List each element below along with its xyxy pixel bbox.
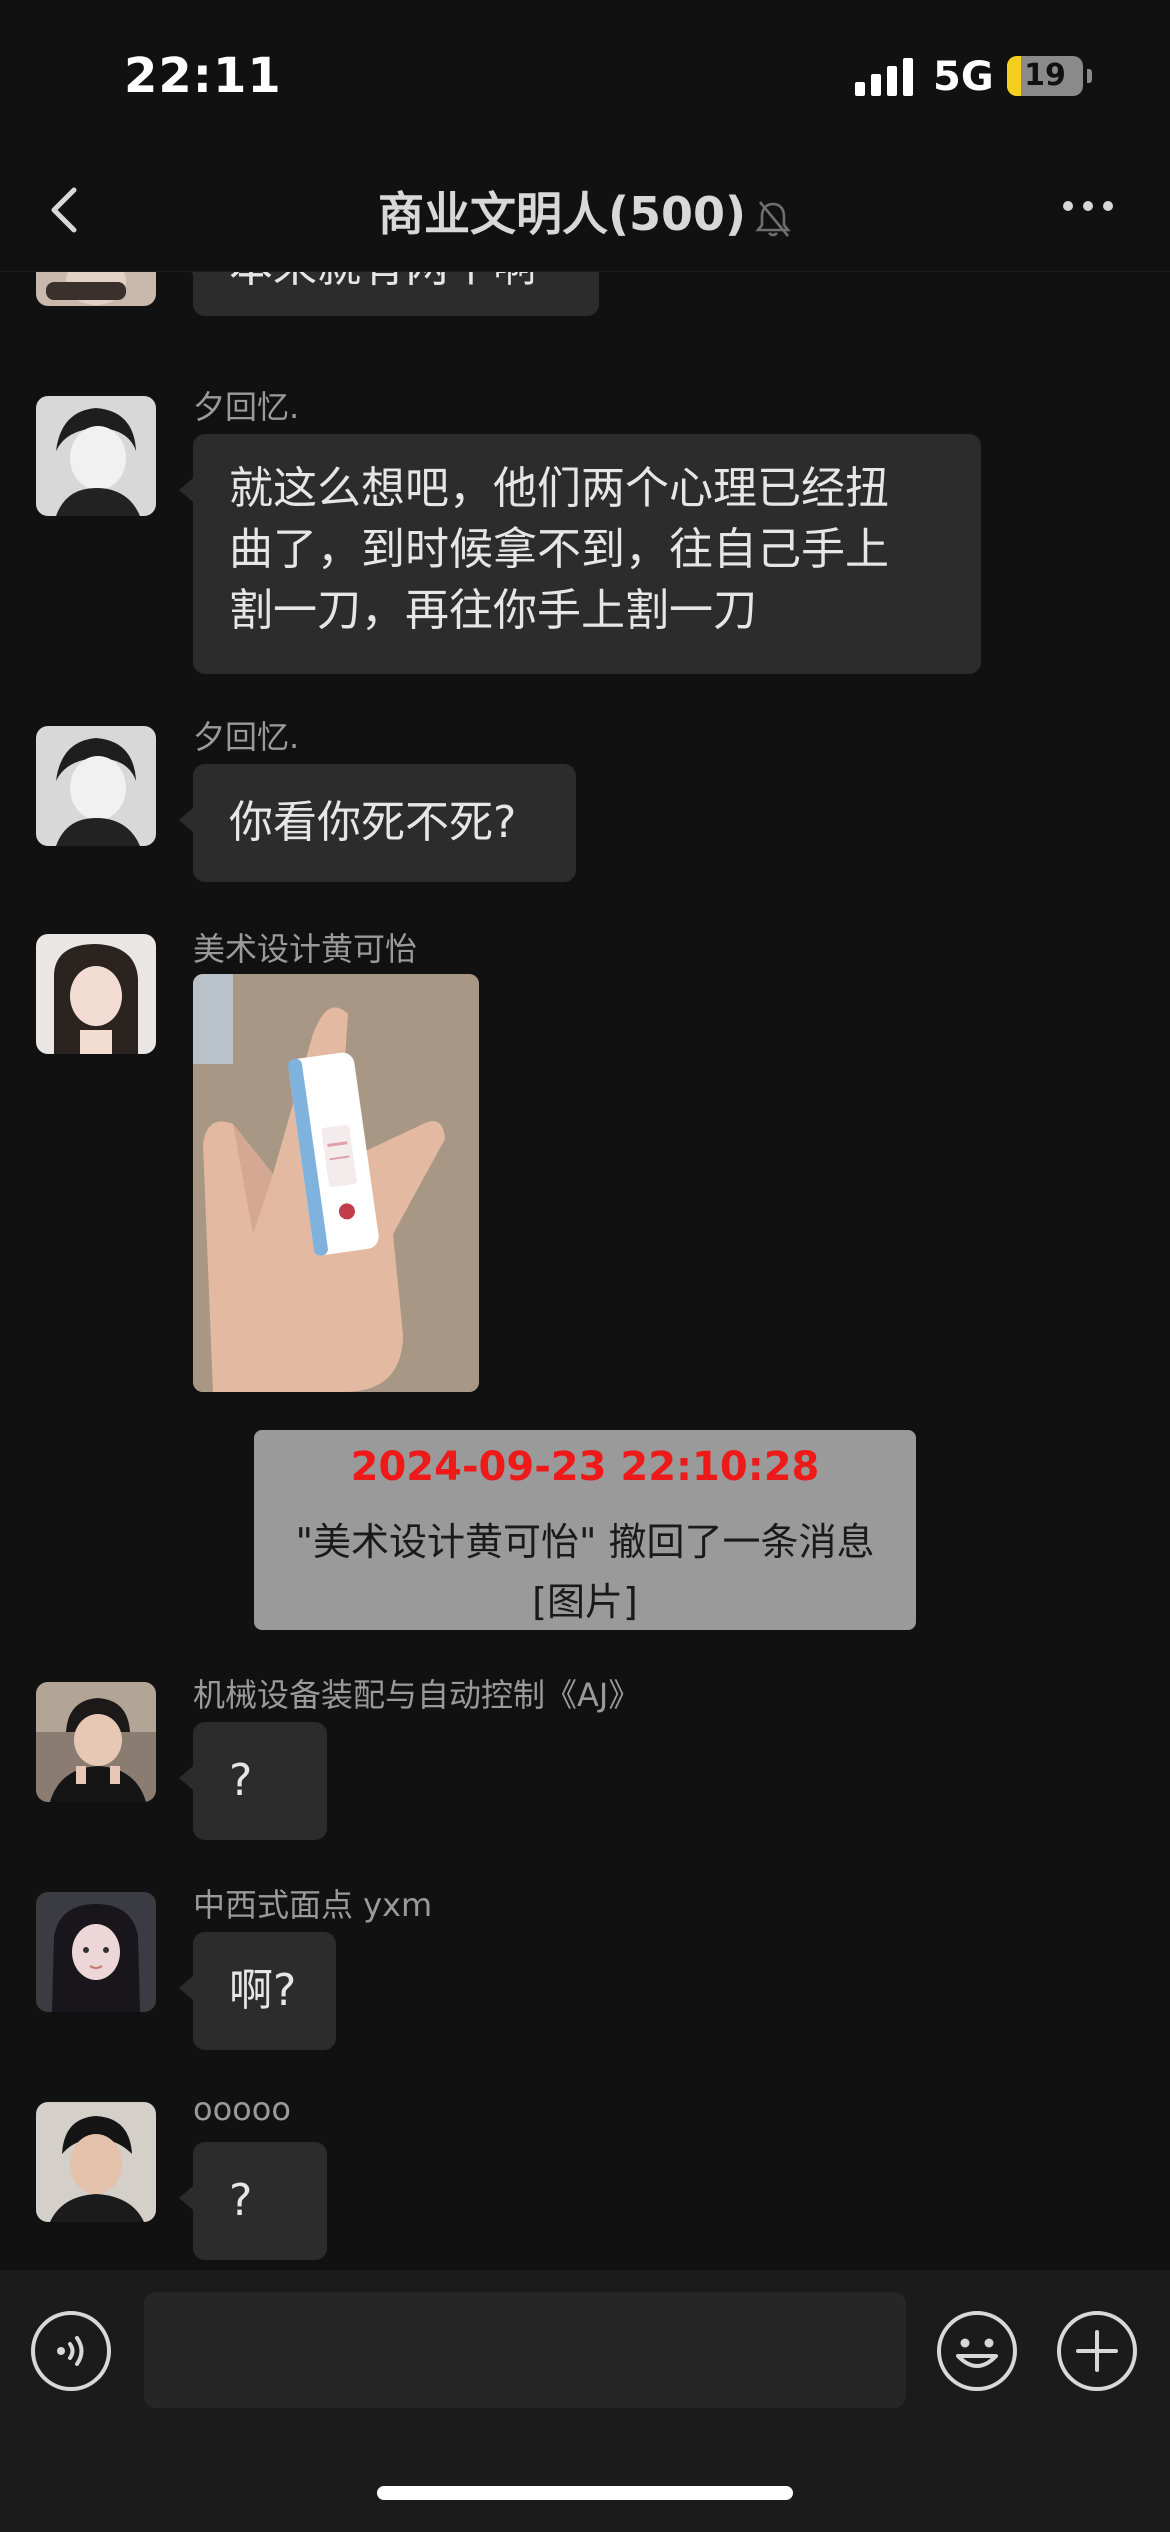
message-list[interactable]: 本来就有两个啊 夕回忆. 就这么想吧，他们两个心理已经扭 曲了，到时候拿不到，往… <box>0 272 1170 2270</box>
chat-title[interactable]: 商业文明人(500) <box>0 178 1170 244</box>
sender-name: ooooo <box>193 2090 291 2128</box>
status-bar: 22:11 5G 19 <box>0 0 1170 150</box>
recall-notice: 2024-09-23 22:10:28 "美术设计黄可怡" 撤回了一条消息 [图… <box>254 1430 916 1630</box>
recall-timestamp: 2024-09-23 22:10:28 <box>350 1444 820 1490</box>
bell-off-icon <box>755 200 791 237</box>
message-bubble[interactable]: 你看你死不死? <box>179 764 576 882</box>
battery-level: 19 <box>1024 58 1066 93</box>
message-bubble[interactable]: 本来就有两个啊 <box>179 272 599 316</box>
chat-screen: 22:11 5G 19 商业文明人(500) 夕回忆. 就这么想吧，他们两个心理… <box>0 0 1170 2532</box>
message-text: ? <box>229 1755 253 1806</box>
avatar[interactable] <box>36 396 156 516</box>
avatar[interactable] <box>36 1682 156 1802</box>
avatar[interactable] <box>36 2102 156 2222</box>
message-input[interactable] <box>144 2292 906 2408</box>
message-text: 本来就有两个啊 <box>193 272 599 321</box>
avatar[interactable] <box>36 272 156 306</box>
battery-icon: 19 <box>1007 56 1092 96</box>
sender-name: 夕回忆. <box>193 718 300 756</box>
message-bubble[interactable]: 就这么想吧，他们两个心理已经扭 曲了，到时候拿不到，往自己手上 割一刀，再往你手… <box>179 434 981 674</box>
emoji-icon[interactable] <box>936 2310 1018 2392</box>
avatar[interactable] <box>36 1892 156 2012</box>
sender-name: 美术设计黄可怡 <box>193 930 418 968</box>
avatar[interactable] <box>36 726 156 846</box>
message-text: 你看你死不死? <box>229 797 517 848</box>
sender-name: 机械设备装配与自动控制《AJ》 <box>193 1676 641 1714</box>
network-type: 5G <box>933 54 994 100</box>
sender-name: 夕回忆. <box>193 388 300 426</box>
chat-title-text: 商业文明人(500) <box>377 187 747 241</box>
plus-icon[interactable] <box>1056 2310 1138 2392</box>
message-bubble[interactable]: ? <box>179 2142 327 2260</box>
message-bubble[interactable]: ? <box>179 1722 327 1840</box>
sender-name: 中西式面点 yxm <box>193 1886 433 1924</box>
message-image[interactable] <box>193 974 479 1392</box>
nav-bar: 商业文明人(500) <box>0 150 1170 272</box>
message-text-line: 就这么想吧，他们两个心理已经扭 <box>229 463 889 514</box>
voice-icon[interactable] <box>30 2310 112 2392</box>
message-bubble[interactable]: 啊? <box>179 1932 336 2050</box>
recall-line: [图片] <box>532 1580 638 1624</box>
avatar[interactable] <box>36 934 156 1054</box>
status-time: 22:11 <box>124 48 282 104</box>
recall-text: "美术设计黄可怡" 撤回了一条消息 [图片] <box>254 1512 916 1632</box>
more-icon[interactable] <box>1060 196 1116 216</box>
message-text: 啊? <box>229 1965 297 2016</box>
home-indicator[interactable] <box>377 2486 793 2500</box>
recall-line: "美术设计黄可怡" 撤回了一条消息 <box>295 1520 875 1564</box>
message-text-line: 曲了，到时候拿不到，往自己手上 <box>229 524 889 575</box>
message-text: ? <box>229 2175 253 2226</box>
message-text-line: 割一刀，再往你手上割一刀 <box>229 585 757 636</box>
signal-strength-icon <box>855 58 915 96</box>
